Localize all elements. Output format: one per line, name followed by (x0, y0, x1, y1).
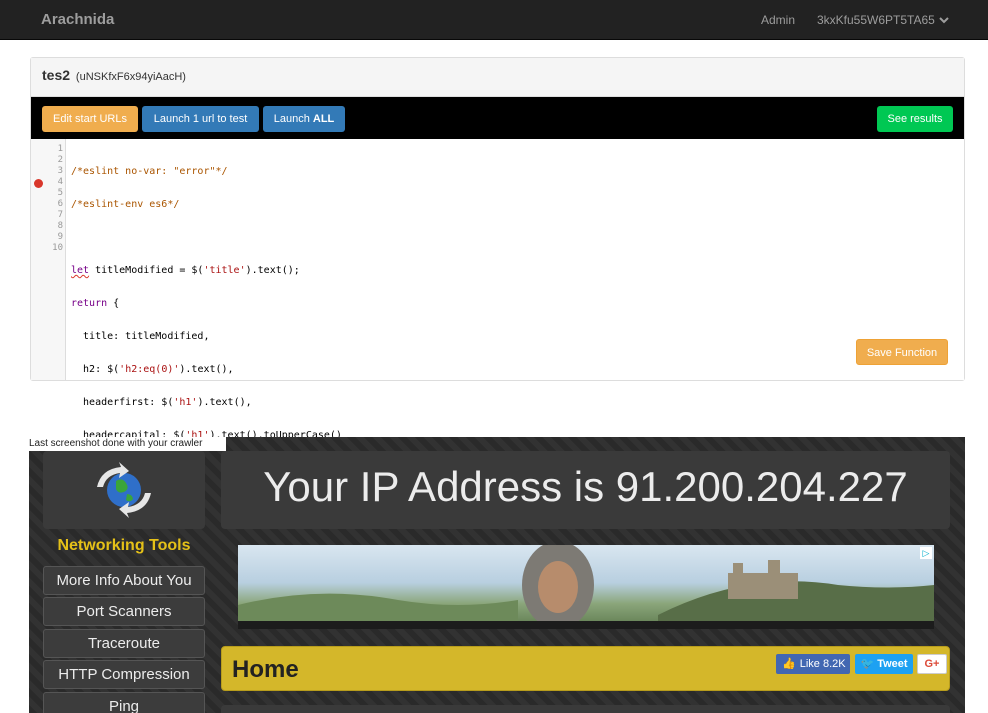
ad-image (238, 545, 934, 629)
launch-all-prefix: Launch (273, 113, 313, 125)
ip-address-text: Your IP Address is 91.200.204.227 (263, 463, 908, 510)
panel-title: tes2 (uNSKfxF6x94yiAacH) (42, 67, 186, 83)
user-name: 3kxKfu55W6PT5TA65 (817, 13, 935, 27)
fb-like-label: Like (799, 658, 820, 670)
launch-all-button[interactable]: Launch ALL (263, 106, 345, 132)
home-title: Home (232, 656, 299, 683)
side-menu-item: HTTP Compression (43, 660, 205, 689)
twitter-bird-icon: 🐦 (860, 658, 875, 670)
side-menu-item: More Info About You (43, 566, 205, 595)
top-navbar: Arachnida Admin 3kxKfu55W6PT5TA65 (0, 0, 988, 40)
code-line-6: title: titleModified, (71, 331, 210, 342)
content-box (221, 705, 950, 713)
thumbs-up-icon: 👍 (782, 658, 796, 670)
tweet-label: Tweet (877, 658, 908, 670)
edit-start-urls-button[interactable]: Edit start URLs (42, 106, 138, 132)
user-menu-dropdown[interactable]: 3kxKfu55W6PT5TA65 (817, 13, 949, 27)
side-menu-item: Port Scanners (43, 597, 205, 626)
line-number: 6 (57, 199, 63, 209)
launch-all-strong: ALL (312, 113, 335, 125)
code-line-2: /*eslint-env es6*/ (71, 199, 180, 210)
panel-heading: tes2 (uNSKfxF6x94yiAacH) (31, 58, 964, 97)
code-line-4: let titleModified = $('title').text(); (71, 265, 300, 276)
line-number: 1 (57, 144, 63, 154)
ad-choices-icon: ▷ (920, 547, 932, 559)
networking-tools-heading: Networking Tools (57, 537, 191, 554)
screenshot-label: Last screenshot done with your crawler (29, 437, 226, 451)
side-menu-item: Traceroute (43, 629, 205, 658)
code-line-5: return { (71, 298, 120, 309)
brand-logo[interactable]: Arachnida (41, 11, 114, 28)
code-line-7: h2: $('h2:eq(0)').text(), (71, 364, 234, 375)
facebook-like-button: 👍 Like 8.2K (776, 654, 850, 674)
action-toolbar: Edit start URLs Launch 1 url to test Lau… (31, 97, 964, 139)
fb-like-count: 8.2K (822, 658, 846, 670)
google-plus-button: G+ (917, 654, 947, 674)
line-number: 2 (57, 155, 63, 165)
ip-address-box: Your IP Address is 91.200.204.227 (221, 451, 950, 529)
function-panel: tes2 (uNSKfxF6x94yiAacH) Edit start URLs… (30, 57, 965, 474)
code-line-1: /*eslint no-var: "error"*/ (71, 166, 228, 177)
nav-admin-link[interactable]: Admin (761, 13, 795, 27)
line-number: 8 (57, 221, 63, 231)
advertisement-banner: ▷ (238, 545, 934, 629)
crawler-screenshot: Networking Tools More Info About You Por… (29, 437, 965, 713)
function-name: tes2 (42, 67, 71, 83)
code-line-8: headerfirst: $('h1').text(), (71, 397, 252, 408)
function-id: (uNSKfxF6x94yiAacH) (75, 71, 186, 83)
save-function-button[interactable]: Save Function (856, 339, 948, 365)
editor-gutter: 1 2 3 4 5 6 7 8 9 10 (31, 139, 66, 380)
line-number: 5 (57, 188, 63, 198)
line-number: 10 (52, 243, 63, 253)
site-logo (43, 451, 205, 529)
side-menu-item: Ping (43, 692, 205, 713)
line-numbers: 1 2 3 4 5 6 7 8 9 10 (31, 144, 63, 254)
globe-icon (97, 462, 151, 518)
code-editor[interactable]: 1 2 3 4 5 6 7 8 9 10 /*eslint no-var: "error"*/ /… (31, 139, 964, 474)
see-results-button[interactable]: See results (877, 106, 953, 132)
lint-error-icon[interactable] (34, 179, 43, 188)
tweet-button: 🐦 Tweet (855, 654, 913, 674)
line-number: 3 (57, 166, 63, 176)
home-heading-bar: Home 👍 Like 8.2K 🐦 Tweet G+ (221, 646, 950, 691)
line-number: 9 (57, 232, 63, 242)
line-number: 7 (57, 210, 63, 220)
chevron-down-icon (939, 17, 949, 24)
launch-one-url-button[interactable]: Launch 1 url to test (142, 106, 259, 132)
